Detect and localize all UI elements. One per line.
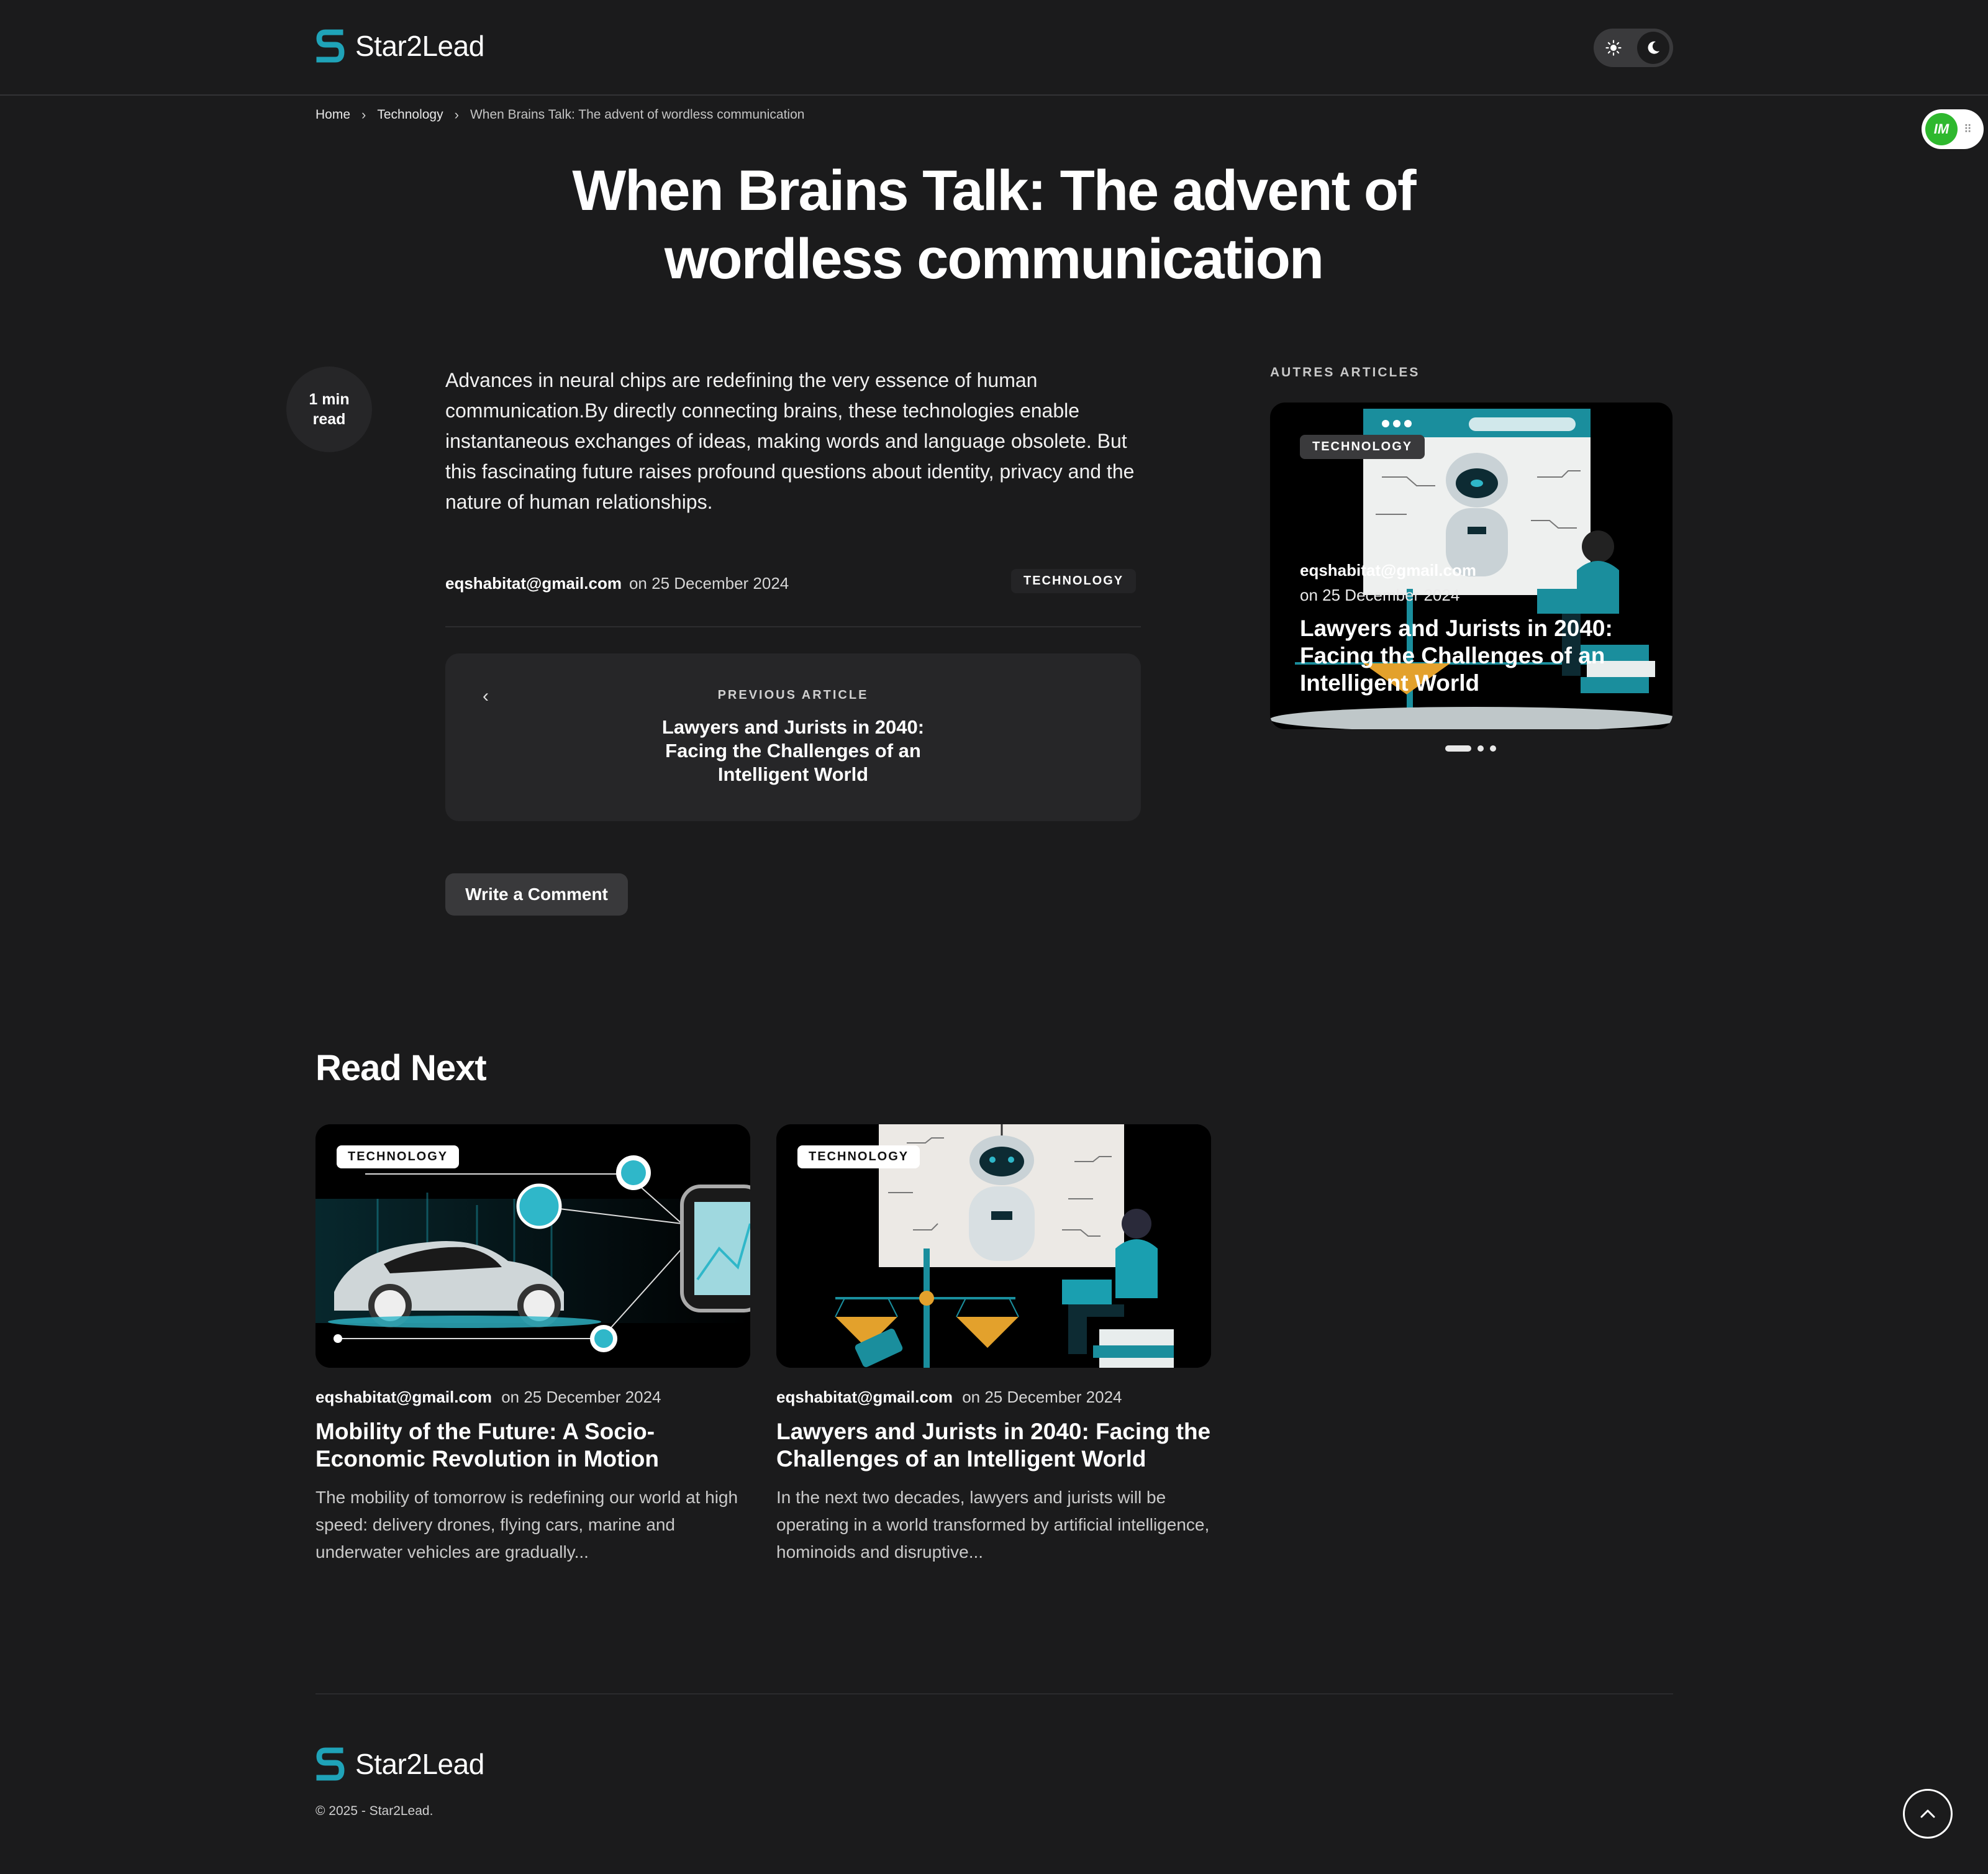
read-next-card-date: on 25 December 2024 [501,1388,661,1406]
category-tag[interactable]: TECHNOLOGY [1011,569,1137,593]
article-excerpt: Advances in neural chips are redefining … [445,369,1135,513]
logo-text: Star2Lead [355,1748,484,1780]
previous-article-label: PREVIOUS ARTICLE [717,688,869,702]
breadcrumb-category[interactable]: Technology [377,107,443,122]
breadcrumb: Home › Technology › When Brains Talk: Th… [315,107,804,123]
carousel-dots [1445,745,1496,752]
sidebar-card-date: on 25 December 2024 [1300,586,1460,604]
read-time-badge: 1 min read [286,366,372,452]
logo-text: Star2Lead [355,30,484,62]
read-next-card-tag[interactable]: TECHNOLOGY [337,1145,460,1168]
logo-icon [316,29,345,63]
read-next-card[interactable]: TECHNOLOGY eqshabitat@gmail.com on 25 De… [315,1124,750,1566]
previous-article-card[interactable]: ‹ PREVIOUS ARTICLE Lawyers and Jurists i… [445,653,1141,821]
breadcrumb-home[interactable]: Home [315,107,350,122]
read-next-card-excerpt: The mobility of tomorrow is redefining o… [315,1488,738,1562]
previous-article-title[interactable]: Lawyers and Jurists in 2040: Facing the … [632,716,955,786]
read-next-card-tag[interactable]: TECHNOLOGY [797,1145,920,1168]
moon-icon[interactable] [1637,32,1669,64]
read-next-card-meta: eqshabitat@gmail.com on 25 December 2024 [776,1388,1211,1407]
read-time-value: 1 min [309,391,350,408]
copyright: © 2025 - Star2Lead. [315,1804,433,1818]
chevron-up-icon [1920,1809,1935,1818]
sun-icon[interactable] [1597,32,1630,64]
breadcrumb-current: When Brains Talk: The advent of wordless… [470,107,805,122]
lawyer-robot-illustration: TECHNOLOGY [776,1124,1211,1368]
sidebar-card-author[interactable]: eqshabitat@gmail.com [1300,558,1476,583]
mobility-illustration: TECHNOLOGY [315,1124,750,1368]
read-time-unit: read [312,411,346,428]
author-link[interactable]: eqshabitat@gmail.com [445,574,622,593]
read-next-card-title[interactable]: Mobility of the Future: A Socio-Economic… [315,1418,750,1473]
site-logo[interactable]: Star2Lead [315,27,484,65]
read-next-card-date: on 25 December 2024 [962,1388,1122,1406]
read-next-card-author[interactable]: eqshabitat@gmail.com [315,1388,492,1406]
read-next-card-meta: eqshabitat@gmail.com on 25 December 2024 [315,1388,750,1407]
sidebar-card-tag[interactable]: TECHNOLOGY [1300,435,1425,459]
article-meta: eqshabitat@gmail.com on 25 December 2024 [445,574,789,593]
footer-divider [315,1693,1673,1694]
read-next-card-author[interactable]: eqshabitat@gmail.com [776,1388,953,1406]
read-next-card-excerpt: In the next two decades, lawyers and jur… [776,1488,1210,1562]
chevron-right-icon: › [361,107,366,122]
footer-logo[interactable]: Star2Lead [315,1745,484,1783]
chevron-right-icon: › [454,107,459,122]
write-comment-button[interactable]: Write a Comment [445,873,628,916]
im-widget[interactable]: IM ⠿ [1922,109,1984,149]
sidebar-heading: AUTRES ARTICLES [1270,365,1420,380]
carousel-dot[interactable] [1445,745,1471,752]
theme-toggle[interactable] [1594,29,1673,67]
carousel-dot[interactable] [1490,745,1496,752]
site-header: Star2Lead [0,0,1988,96]
publish-date: on 25 December 2024 [629,574,789,593]
article-title: When Brains Talk: The advent of wordless… [572,159,1416,291]
sidebar-article-card[interactable]: TECHNOLOGY eqshabitat@gmail.com on 25 De… [1270,403,1673,729]
sidebar-card-meta: eqshabitat@gmail.com on 25 December 2024 [1300,558,1476,607]
read-next-heading: Read Next [315,1048,487,1088]
divider [445,626,1141,627]
sidebar-card-title[interactable]: Lawyers and Jurists in 2040: Facing the … [1300,615,1648,697]
logo-icon [316,1747,345,1781]
read-next-card[interactable]: TECHNOLOGY eqshabitat@gmail.com on 25 De… [776,1124,1211,1566]
scroll-to-top-button[interactable] [1903,1789,1953,1839]
carousel-dot[interactable] [1477,745,1484,752]
im-logo-icon: IM [1925,113,1958,145]
drag-handle-icon[interactable]: ⠿ [1964,123,1972,136]
read-next-card-title[interactable]: Lawyers and Jurists in 2040: Facing the … [776,1418,1211,1473]
